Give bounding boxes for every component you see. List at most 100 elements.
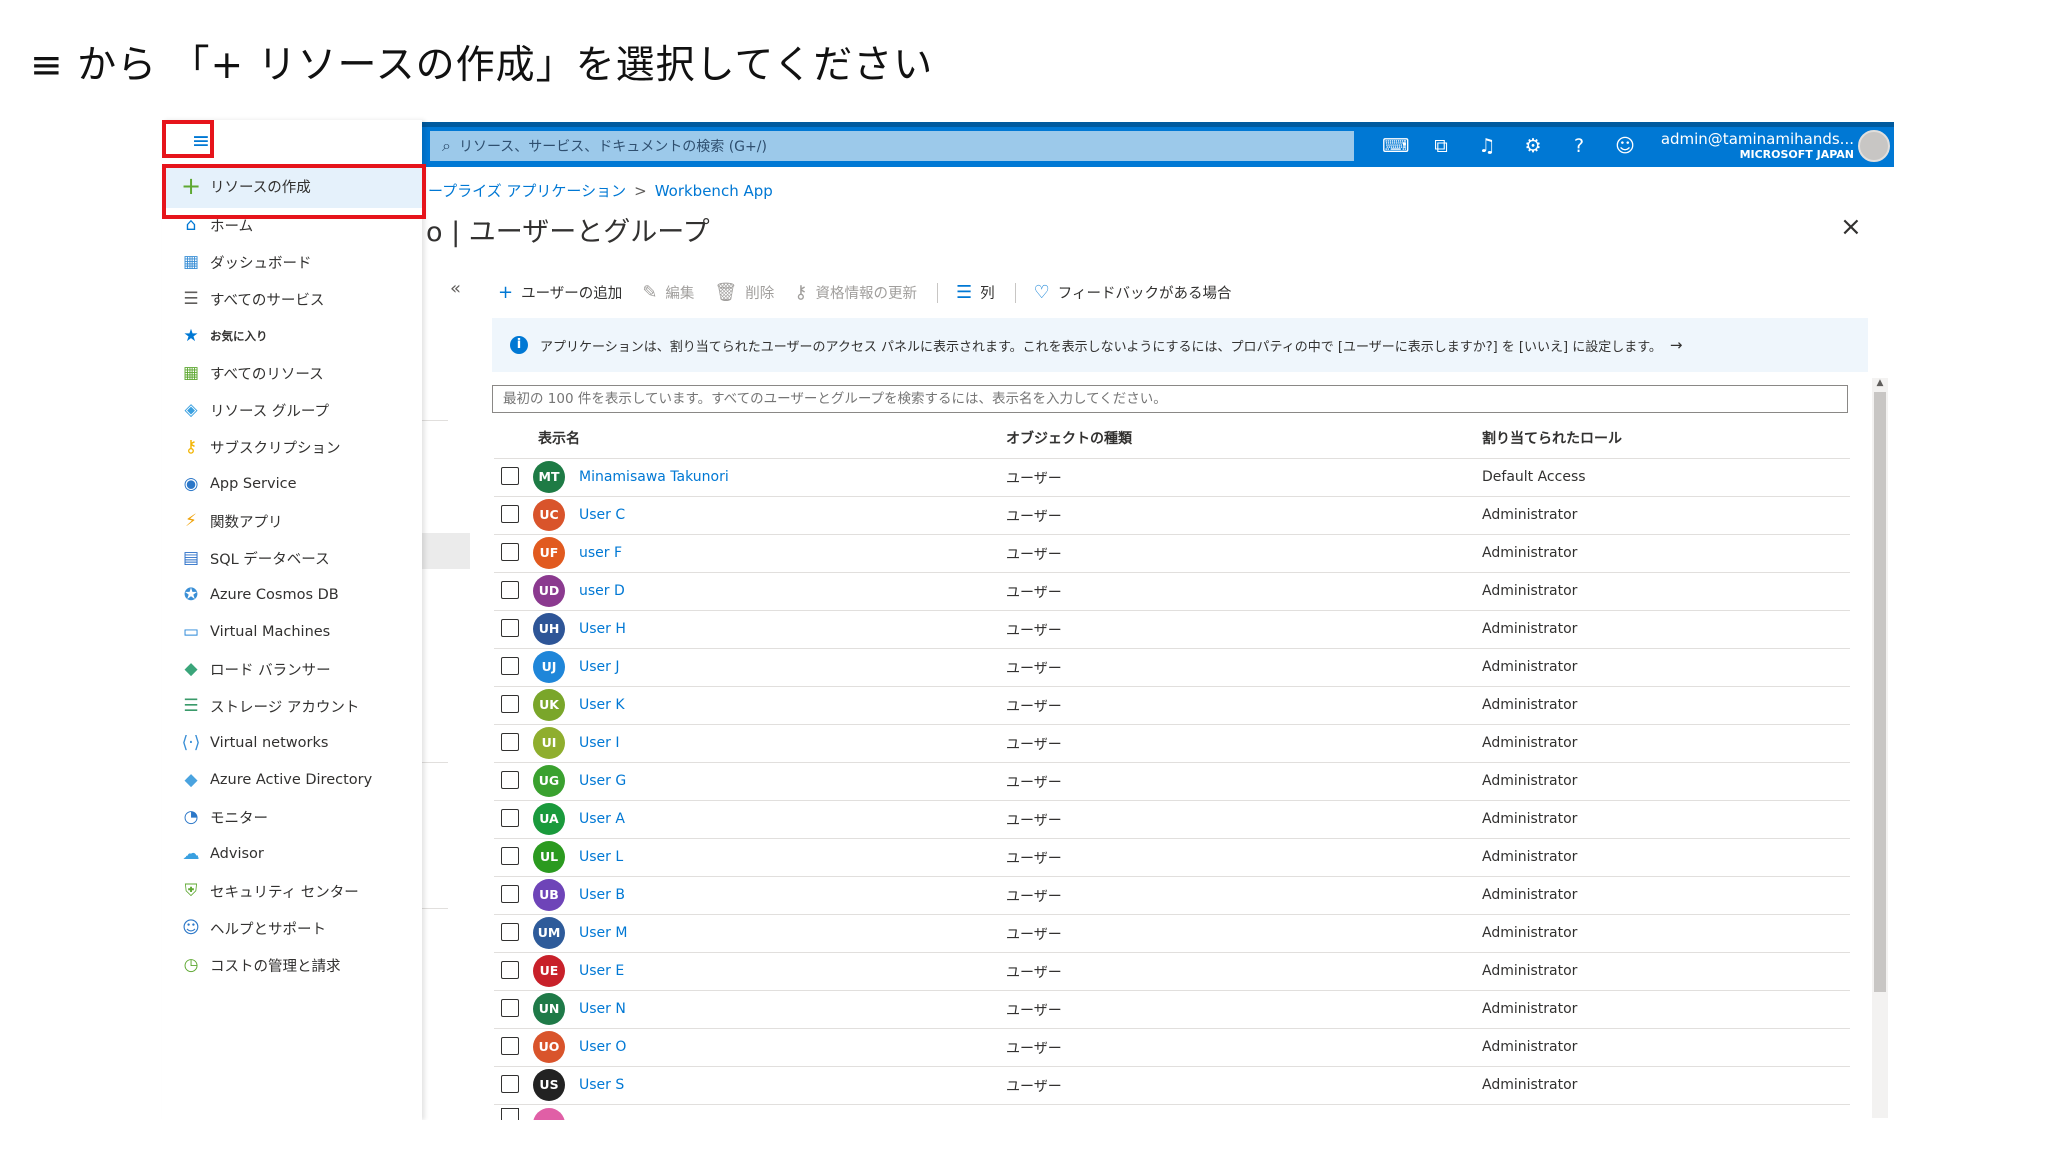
table-row[interactable]: UM User M ユーザー Administrator [494, 914, 1850, 953]
collapse-menu-icon[interactable]: « [450, 278, 461, 299]
table-row[interactable]: UC User C ユーザー Administrator [494, 496, 1850, 535]
table-row[interactable]: UG User G ユーザー Administrator [494, 762, 1850, 801]
user-display-name[interactable]: User O [579, 1039, 626, 1055]
user-display-name[interactable]: user D [579, 583, 625, 599]
row-checkbox[interactable] [501, 1075, 519, 1093]
help-icon[interactable]: ? [1566, 133, 1592, 159]
table-row[interactable]: UH User H ユーザー Administrator [494, 610, 1850, 649]
close-blade-icon[interactable]: × [1840, 212, 1862, 242]
table-row[interactable]: UD user D ユーザー Administrator [494, 572, 1850, 611]
row-checkbox[interactable] [501, 581, 519, 599]
global-search-box[interactable]: ⌕ リソース、サービス、ドキュメントの検索 (G+/) [430, 131, 1354, 161]
sidebar-item[interactable]: ⟨·⟩ Virtual networks [180, 732, 329, 754]
user-display-name[interactable]: User C [579, 507, 625, 523]
user-display-name[interactable]: User G [579, 773, 626, 789]
sidebar-item[interactable]: ☺ ヘルプとサポート [180, 917, 326, 939]
scroll-up-arrow-icon[interactable]: ▲ [1872, 378, 1888, 392]
breadcrumb-workbench-app[interactable]: Workbench App [655, 182, 773, 200]
table-row[interactable]: UE User E ユーザー Administrator [494, 952, 1850, 991]
table-row[interactable]: UL User L ユーザー Administrator [494, 838, 1850, 877]
user-display-name[interactable]: User S [579, 1077, 624, 1093]
user-display-name[interactable]: User A [579, 811, 625, 827]
settings-icon[interactable]: ⚙ [1520, 133, 1546, 159]
sidebar-item[interactable]: ◈ リソース グループ [180, 399, 329, 421]
display-name-filter-input[interactable] [492, 385, 1848, 413]
user-display-name[interactable]: User M [579, 925, 627, 941]
table-row[interactable]: MT Minamisawa Takunori ユーザー Default Access [494, 458, 1850, 497]
row-checkbox[interactable] [501, 1108, 519, 1120]
sidebar-item[interactable]: ▦ ダッシュボード [180, 251, 312, 273]
sidebar-item[interactable]: ▭ Virtual Machines [180, 621, 330, 643]
row-checkbox[interactable] [501, 467, 519, 485]
sidebar-item[interactable]: ▦ すべてのリソース [180, 362, 324, 384]
sidebar-item[interactable]: ★ お気に入り [180, 325, 267, 347]
feedback-button[interactable]: ♡ フィードバックがある場合 [1034, 282, 1232, 303]
user-display-name[interactable]: User N [579, 1001, 626, 1017]
row-checkbox[interactable] [501, 1037, 519, 1055]
table-row[interactable]: UB User B ユーザー Administrator [494, 876, 1850, 915]
account-avatar[interactable] [1858, 130, 1890, 162]
row-checkbox[interactable] [501, 999, 519, 1017]
sidebar-item[interactable]: ☰ ストレージ アカウント [180, 695, 359, 717]
table-row[interactable]: UK User K ユーザー Administrator [494, 686, 1850, 725]
row-checkbox[interactable] [501, 505, 519, 523]
sidebar-item[interactable]: ◆ Azure Active Directory [180, 769, 372, 791]
user-display-name[interactable]: Minamisawa Takunori [579, 469, 729, 485]
feedback-smiley-icon[interactable]: ☺ [1612, 133, 1638, 159]
sidebar-item[interactable]: ✪ Azure Cosmos DB [180, 584, 339, 606]
sidebar-item[interactable]: ⛨ セキュリティ センター [180, 880, 359, 902]
breadcrumb-enterprise-apps[interactable]: ープライズ アプリケーション [428, 182, 626, 200]
user-display-name[interactable]: User J [579, 659, 620, 675]
table-row[interactable]: UN User N ユーザー Administrator [494, 990, 1850, 1029]
columns-button[interactable]: ☰ 列 [956, 282, 995, 303]
app-service-icon: ◉ [183, 474, 199, 494]
sidebar-item[interactable]: ◆ ロード バランサー [180, 658, 330, 680]
user-display-name[interactable]: User L [579, 849, 623, 865]
user-display-name[interactable]: User B [579, 887, 625, 903]
sidebar-item[interactable]: ◉ App Service [180, 473, 297, 495]
sidebar-item[interactable]: ☰ すべてのサービス [180, 288, 324, 310]
row-checkbox[interactable] [501, 733, 519, 751]
sidebar-item[interactable]: ◷ コストの管理と請求 [180, 954, 341, 976]
sidebar-item[interactable]: ▤ SQL データベース [180, 547, 330, 569]
table-row[interactable]: UF user F ユーザー Administrator [494, 534, 1850, 573]
table-row[interactable]: UA User A ユーザー Administrator [494, 800, 1850, 839]
user-display-name[interactable]: User I [579, 735, 620, 751]
row-checkbox[interactable] [501, 543, 519, 561]
sidebar-item-label: セキュリティ センター [210, 884, 359, 901]
cloud-shell-icon[interactable]: ⌨ [1382, 133, 1409, 159]
add-user-button[interactable]: + ユーザーの追加 [498, 282, 622, 303]
sidebar-item[interactable]: ☁ Advisor [180, 843, 264, 865]
table-row[interactable]: UI User I ユーザー Administrator [494, 724, 1850, 763]
row-checkbox[interactable] [501, 809, 519, 827]
account-menu[interactable]: admin@taminamihands... MICROSOFT JAPAN [1661, 130, 1854, 161]
row-checkbox[interactable] [501, 771, 519, 789]
user-display-name[interactable]: User E [579, 963, 624, 979]
table-row[interactable]: US User S ユーザー Administrator [494, 1066, 1850, 1105]
table-row[interactable]: UJ User J ユーザー Administrator [494, 648, 1850, 687]
update-credentials-button[interactable]: ⚷ 資格情報の更新 [794, 282, 917, 303]
user-display-name[interactable]: User H [579, 621, 626, 637]
info-banner[interactable]: i アプリケーションは、割り当てられたユーザーのアクセス パネルに表示されます。… [492, 318, 1868, 372]
breadcrumb-separator: > [634, 182, 647, 200]
row-checkbox[interactable] [501, 885, 519, 903]
row-checkbox[interactable] [501, 847, 519, 865]
row-checkbox[interactable] [501, 923, 519, 941]
sidebar-item[interactable]: ⚷ サブスクリプション [180, 436, 341, 458]
delete-button[interactable]: 🗑 削除 [714, 282, 774, 303]
directory-filter-icon[interactable]: ⧉ [1428, 133, 1454, 159]
user-display-name[interactable]: user F [579, 545, 622, 561]
scrollbar-thumb[interactable] [1874, 392, 1886, 992]
table-row[interactable]: UO User O ユーザー Administrator [494, 1028, 1850, 1067]
sidebar-item[interactable]: ⚡ 関数アプリ [180, 510, 282, 532]
sidebar-item[interactable]: ◔ モニター [180, 806, 268, 828]
row-checkbox[interactable] [501, 657, 519, 675]
user-display-name[interactable]: User K [579, 697, 625, 713]
row-checkbox[interactable] [501, 695, 519, 713]
row-checkbox[interactable] [501, 961, 519, 979]
notifications-icon[interactable]: ♫ [1474, 133, 1500, 159]
sidebar-item-label: SQL データベース [210, 551, 330, 568]
sidebar-item-label: Virtual networks [210, 735, 329, 751]
row-checkbox[interactable] [501, 619, 519, 637]
edit-button[interactable]: ✎ 編集 [642, 282, 694, 303]
